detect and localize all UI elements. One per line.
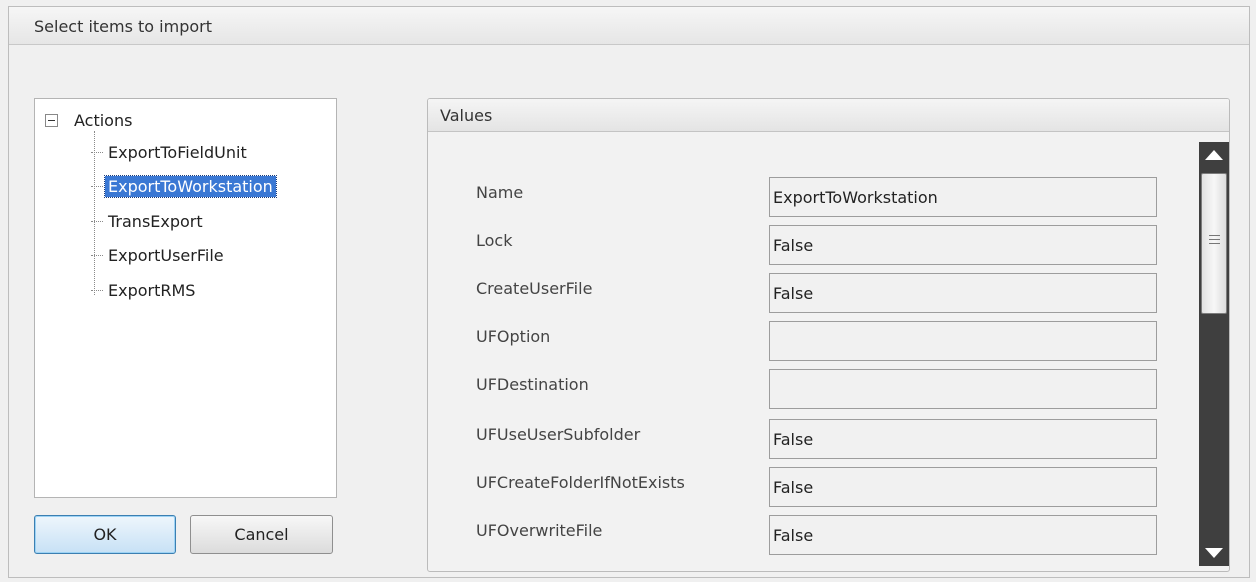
- property-row-ufdestination: UFDestination: [428, 369, 1188, 409]
- property-label: Name: [476, 183, 524, 202]
- dialog-header: Select items to import: [9, 7, 1249, 45]
- dialog-title: Select items to import: [34, 17, 212, 36]
- scroll-down-button[interactable]: [1199, 540, 1229, 566]
- arrow-up-icon: [1205, 150, 1223, 160]
- import-dialog: Select items to import Actions ExportToF…: [8, 6, 1250, 578]
- tree-item-exporttoworkstation[interactable]: ExportToWorkstation: [91, 173, 277, 199]
- property-value-field[interactable]: [769, 369, 1157, 409]
- grip-icon: [1209, 235, 1220, 244]
- property-label: UFUseUserSubfolder: [476, 425, 641, 444]
- property-row-ufoption: UFOption: [428, 321, 1188, 361]
- tree-item-transexport[interactable]: TransExport: [91, 208, 206, 234]
- values-header: Values: [428, 99, 1229, 132]
- tree-connector: [91, 254, 103, 256]
- property-value-field[interactable]: False: [769, 273, 1157, 313]
- property-value-field[interactable]: False: [769, 419, 1157, 459]
- tree-item-label: ExportToWorkstation: [104, 174, 277, 198]
- property-value-field[interactable]: ExportToWorkstation: [769, 177, 1157, 217]
- property-value-field[interactable]: False: [769, 515, 1157, 555]
- actions-tree[interactable]: Actions ExportToFieldUnit ExportToWorkst…: [34, 98, 337, 498]
- property-label: UFDestination: [476, 375, 589, 394]
- values-title: Values: [440, 106, 493, 125]
- property-value-field[interactable]: [769, 321, 1157, 361]
- tree-item-exportrms[interactable]: ExportRMS: [91, 277, 198, 303]
- property-label: UFOverwriteFile: [476, 521, 603, 540]
- tree-item-exporttofieldunit[interactable]: ExportToFieldUnit: [91, 139, 250, 165]
- property-label: CreateUserFile: [476, 279, 593, 298]
- tree-item-label: ExportRMS: [108, 280, 196, 300]
- property-row-createuserfile: CreateUserFile False: [428, 273, 1188, 313]
- ok-button[interactable]: OK: [34, 515, 176, 554]
- property-row-ufuseusersubfolder: UFUseUserSubfolder False: [428, 419, 1188, 459]
- arrow-down-icon: [1205, 548, 1223, 558]
- property-label: UFOption: [476, 327, 551, 346]
- property-label: UFCreateFolderIfNotExists: [476, 473, 685, 492]
- tree-connector: [91, 220, 103, 222]
- property-value-field[interactable]: False: [769, 467, 1157, 507]
- values-scrollbar[interactable]: [1199, 142, 1229, 566]
- property-row-lock: Lock False: [428, 225, 1188, 265]
- scroll-up-button[interactable]: [1199, 142, 1229, 168]
- scroll-thumb[interactable]: [1201, 173, 1227, 314]
- tree-root-label: Actions: [74, 110, 133, 130]
- cancel-button[interactable]: Cancel: [190, 515, 333, 554]
- tree-item-label: TransExport: [108, 211, 203, 231]
- tree-connector: [91, 289, 103, 291]
- tree-item-label: ExportToFieldUnit: [108, 142, 247, 162]
- minus-box-icon[interactable]: [45, 113, 58, 127]
- property-row-ufoverwritefile: UFOverwriteFile False: [428, 515, 1188, 555]
- tree-connector: [91, 151, 103, 153]
- property-label: Lock: [476, 231, 513, 250]
- values-panel: Values Name ExportToWorkstation Lock Fal…: [427, 98, 1230, 572]
- tree-root-actions[interactable]: Actions: [45, 109, 132, 131]
- property-row-name: Name ExportToWorkstation: [428, 177, 1188, 217]
- tree-connector: [91, 185, 103, 187]
- property-value-field[interactable]: False: [769, 225, 1157, 265]
- tree-item-label: ExportUserFile: [108, 245, 224, 265]
- property-row-ufcreatefolderifnotexists: UFCreateFolderIfNotExists False: [428, 467, 1188, 507]
- tree-item-exportuserfile[interactable]: ExportUserFile: [91, 242, 227, 268]
